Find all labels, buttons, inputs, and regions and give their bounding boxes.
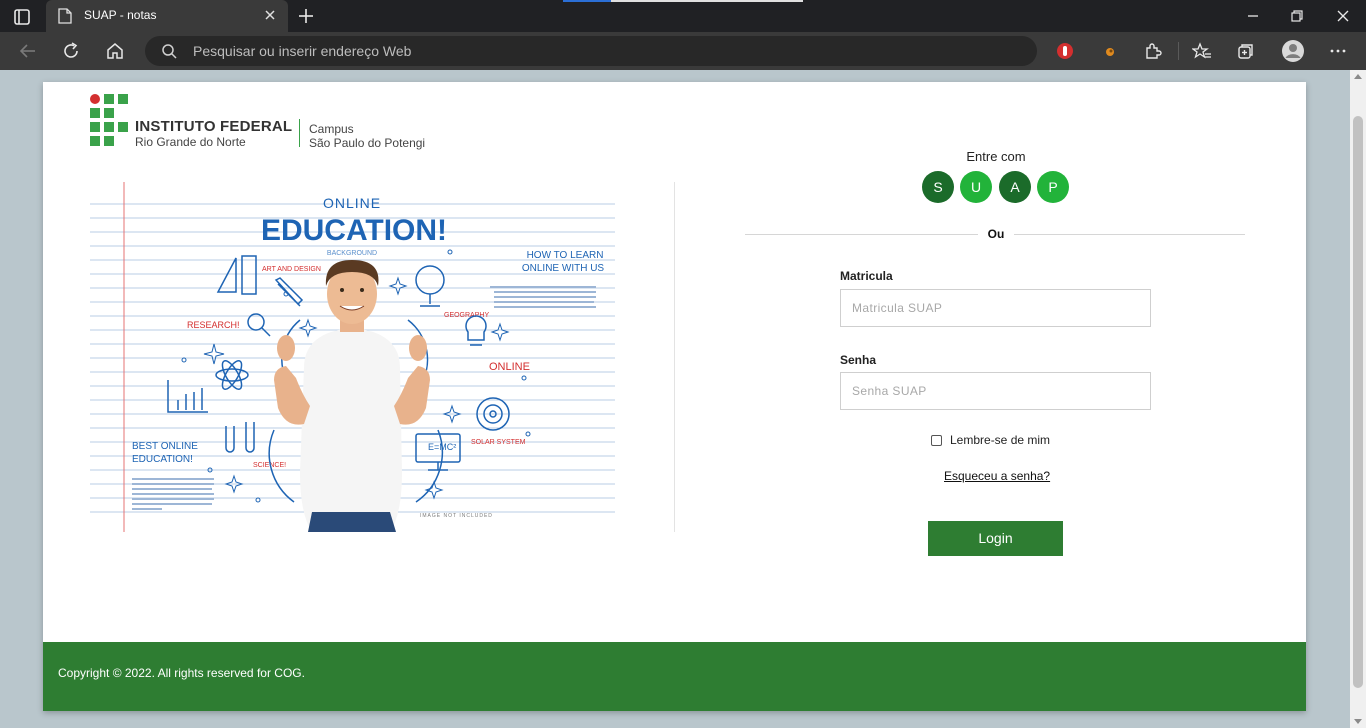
suap-button-s[interactable]: S [922,171,954,203]
address-bar[interactable] [145,36,1037,66]
favicon-icon [58,8,72,24]
illus-image-not-included: IMAGE NOT INCLUDED [420,513,493,519]
tab-title: SUAP - notas [84,8,157,22]
suap-button-u[interactable]: U [960,171,992,203]
copyright-text: Copyright © 2022. All rights reserved fo… [58,666,305,680]
illus-art-and-design: ART AND DESIGN [262,266,321,273]
tab-actions-icon[interactable] [12,7,32,27]
campus-name: São Paulo do Potengi [309,136,426,150]
ou-divider-right [1014,234,1245,235]
profile-icon[interactable] [1281,39,1305,63]
logo-divider [299,119,300,147]
login-page: INSTITUTO FEDERAL Rio Grande do Norte Ca… [43,82,1306,711]
browser-tab-active[interactable]: SUAP - notas [46,0,288,32]
content-divider [674,182,675,532]
page-footer: Copyright © 2022. All rights reserved fo… [43,642,1306,711]
address-input[interactable] [193,41,993,61]
suap-button-a[interactable]: A [999,171,1031,203]
minimize-icon[interactable] [1243,6,1263,26]
illus-education-word: EDUCATION! [132,454,193,465]
illus-online: ONLINE [323,195,381,211]
illus-online-with-us: ONLINE WITH US [522,263,605,274]
vertical-scrollbar[interactable] [1350,70,1366,728]
login-button[interactable]: Login [928,521,1063,556]
extension-red-icon[interactable] [1055,41,1075,61]
if-logo-icon [90,94,128,146]
forgot-password-link[interactable]: Esqueceu a senha? [944,469,1050,483]
illus-how-to-learn: HOW TO LEARN [527,250,604,261]
matricula-input[interactable] [840,289,1151,327]
back-icon[interactable] [18,41,38,61]
close-window-icon[interactable] [1333,6,1353,26]
maximize-icon[interactable] [1287,6,1307,26]
entre-com-label: Entre com [966,149,1026,164]
extension-orange-icon[interactable] [1100,41,1120,61]
matricula-label: Matricula [840,269,893,283]
institution-state: Rio Grande do Norte [135,135,246,149]
suap-button-p[interactable]: P [1037,171,1069,203]
page-viewport: INSTITUTO FEDERAL Rio Grande do Norte Ca… [0,70,1366,728]
illus-solar-system: SOLAR SYSTEM [471,439,526,446]
remember-checkbox[interactable] [931,434,942,446]
campus-label: Campus [309,122,354,136]
senha-input[interactable] [840,372,1151,410]
favorites-icon[interactable] [1192,41,1212,61]
remember-label: Lembre-se de mim [950,433,1051,447]
scrollbar-thumb[interactable] [1353,116,1363,688]
more-icon[interactable] [1328,41,1348,61]
scroll-down-icon[interactable] [1354,719,1362,724]
student-figure [274,260,430,532]
refresh-icon[interactable] [61,41,81,61]
remember-me[interactable]: Lembre-se de mim [931,433,1050,447]
illus-background: BACKGROUND [327,250,377,257]
ou-divider-left [745,234,978,235]
browser-tabbar: SUAP - notas [0,0,1366,32]
illus-research: RESEARCH! [187,320,240,330]
home-icon[interactable] [105,41,125,61]
ou-label: Ou [979,227,1013,241]
scroll-up-icon[interactable] [1354,74,1362,79]
illus-education: EDUCATION! [261,214,447,247]
senha-label: Senha [840,353,877,367]
extensions-icon[interactable] [1143,41,1163,61]
illus-best-online: BEST ONLINE [132,441,198,452]
new-tab-icon[interactable] [296,6,316,26]
online-education-illustration: ONLINE EDUCATION! BACKGROUND HOW TO LEAR… [90,182,615,532]
collections-icon[interactable] [1236,41,1256,61]
loading-indicator [563,0,803,2]
toolbar-separator [1178,42,1179,60]
close-tab-icon[interactable] [262,7,278,23]
institution-name: INSTITUTO FEDERAL [135,118,293,135]
search-icon [162,44,177,59]
browser-toolbar [0,32,1366,70]
illus-online-word: ONLINE [489,361,530,373]
